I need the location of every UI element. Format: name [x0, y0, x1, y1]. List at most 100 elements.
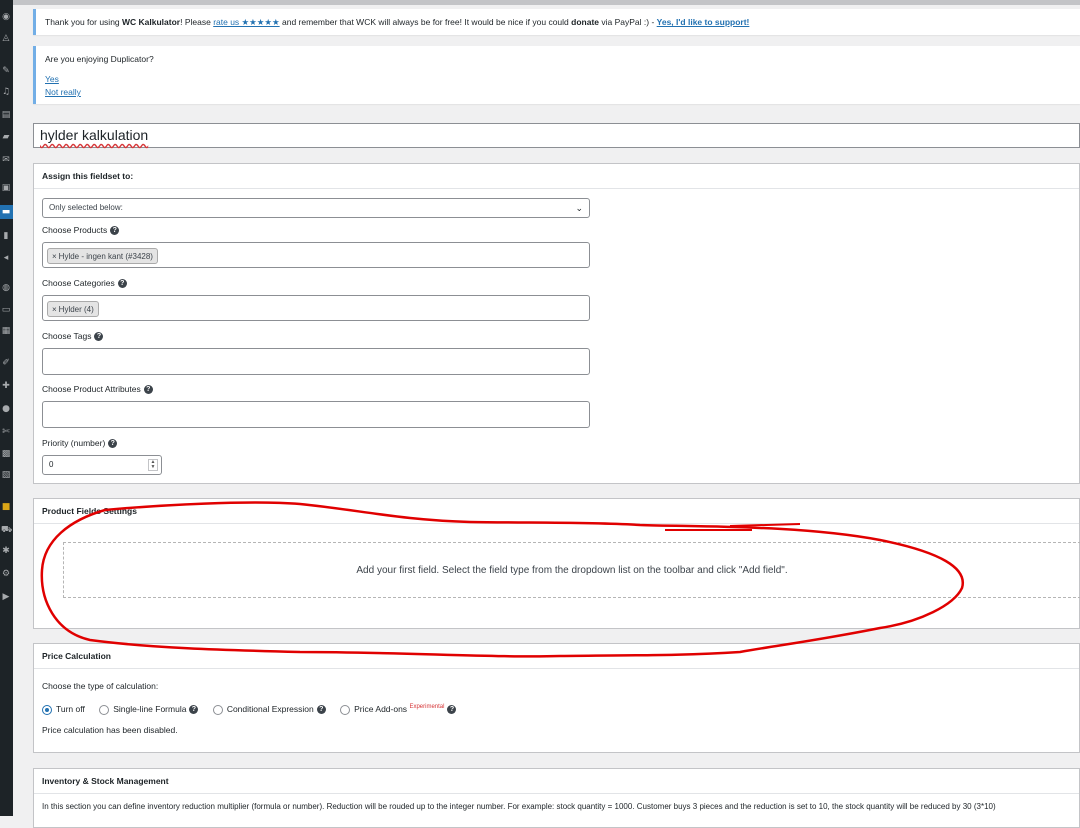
remove-tag-icon[interactable]: × [52, 305, 57, 314]
inventory-heading: Inventory & Stock Management [34, 769, 1079, 794]
admin-sidebar: ◉ ◬ ✎ ♫ ▤ ▰ ✉ ▣ ▬ ▮ ◂ ◍ ▭ ▦ ✐ ✚ ● ✄ ▩ ▧ … [0, 0, 13, 816]
radio-selected-icon [42, 704, 52, 715]
tools-icon[interactable]: ✄ [1, 427, 11, 437]
duplicator-notice: Are you enjoying Duplicator? Yes Not rea… [33, 46, 1080, 104]
comments-icon[interactable]: ▰ [1, 132, 11, 142]
woocommerce-icon[interactable]: ▣ [1, 183, 11, 193]
remove-tag-icon[interactable]: × [52, 252, 57, 261]
products-icon[interactable]: ▬ [1, 207, 11, 217]
notice-text: and remember that WCK will always be for… [279, 17, 572, 27]
help-icon[interactable]: ? [189, 705, 199, 715]
assign-fieldset-box: Assign this fieldset to: Only selected b… [33, 163, 1080, 484]
astra-icon[interactable]: ◬ [1, 33, 11, 43]
radio-label: Single-line Formula [113, 704, 187, 714]
radio-icon [212, 704, 223, 715]
assign-heading: Assign this fieldset to: [34, 164, 1079, 189]
radio-label: Price Add-ons [354, 704, 408, 714]
attributes-label-row: Choose Product Attributes? [42, 384, 153, 395]
calc-type-label: Choose the type of calculation: [42, 681, 159, 691]
users-icon[interactable]: ● [1, 404, 11, 414]
notice-text: Thank you for using [45, 17, 123, 27]
marketing-icon[interactable]: ◂ [1, 253, 11, 263]
analytics-icon[interactable]: ▮ [1, 231, 11, 241]
folder-icon[interactable]: ■ [1, 502, 11, 512]
priority-input[interactable]: 0 ▲ ▼ [42, 455, 162, 475]
radio-conditional-expression[interactable]: Conditional Expression? [212, 704, 326, 715]
radio-price-add-ons[interactable]: Price Add-ons Experimental? [340, 704, 457, 715]
inventory-box: Inventory & Stock Management In this sec… [33, 768, 1080, 828]
settings-gear-icon[interactable]: ⚙ [1, 569, 11, 579]
mail-icon[interactable]: ✉ [1, 155, 11, 165]
templates-icon[interactable]: ▭ [1, 305, 11, 315]
assign-select-value: Only selected below: [49, 203, 123, 212]
screen-icon[interactable]: ▦ [1, 326, 11, 336]
cart-icon[interactable]: ⛟ [1, 525, 12, 535]
help-icon[interactable]: ? [108, 439, 118, 449]
categories-label: Choose Categories [42, 278, 115, 288]
price-status: Price calculation has been disabled. [42, 725, 178, 735]
help-icon[interactable]: ? [110, 226, 120, 236]
fields-dropzone: Add your first field. Select the field t… [63, 542, 1080, 598]
radio-turn-off[interactable]: Turn off [42, 704, 85, 715]
help-icon[interactable]: ? [117, 279, 127, 289]
product-tag-label: Hylde - ingen kant (#3428) [58, 252, 153, 261]
tags-label-row: Choose Tags? [42, 331, 104, 342]
extensions-icon[interactable]: ✱ [1, 546, 11, 556]
elementor-icon[interactable]: ◍ [1, 283, 11, 293]
code-icon[interactable]: ▧ [1, 470, 11, 480]
radio-icon [340, 704, 351, 715]
radio-label: Turn off [56, 704, 85, 714]
category-tag-label: Hylder (4) [58, 305, 94, 314]
assign-select[interactable]: Only selected below: ⌄ [42, 198, 590, 218]
priority-label-row: Priority (number)? [42, 438, 118, 449]
help-icon[interactable]: ? [447, 705, 457, 715]
title-value: hylder kalkulation [40, 127, 149, 143]
products-field[interactable]: × Hylde - ingen kant (#3428) [42, 242, 590, 268]
title-input[interactable]: hylder kalkulation [33, 123, 1080, 148]
rate-us-link[interactable]: rate us ★★★★★ [213, 17, 279, 27]
play-icon[interactable]: ▶ [1, 592, 11, 602]
experimental-badge: Experimental [409, 704, 445, 711]
products-label-row: Choose Products? [42, 225, 120, 236]
plugins-icon[interactable]: ✚ [1, 381, 11, 391]
notice-brand: WC Kalkulator [122, 17, 181, 27]
pin-icon[interactable]: ✎ [1, 66, 11, 76]
duplicator-not-really-link[interactable]: Not really [45, 87, 81, 97]
appearance-icon[interactable]: ✐ [1, 358, 11, 368]
attributes-label: Choose Product Attributes [42, 384, 141, 394]
notice-donate: donate [571, 17, 600, 27]
radio-label: Conditional Expression [226, 704, 314, 714]
product-tag: × Hylde - ingen kant (#3428) [47, 248, 158, 264]
support-link[interactable]: Yes, I'd like to support! [657, 17, 750, 27]
help-icon[interactable]: ? [94, 332, 104, 342]
price-calculation-box: Price Calculation Choose the type of cal… [33, 643, 1080, 753]
spinner-arrows-icon[interactable]: ▲ ▼ [148, 459, 158, 471]
tags-field[interactable] [42, 348, 590, 375]
notice-text: via PayPal :) - [599, 17, 657, 27]
priority-label: Priority (number) [42, 438, 106, 448]
duplicator-yes-link[interactable]: Yes [45, 74, 59, 84]
categories-label-row: Choose Categories? [42, 278, 127, 289]
radio-icon [99, 704, 110, 715]
help-icon[interactable]: ? [316, 705, 326, 715]
notice-text: ! Please [180, 17, 214, 27]
media-icon[interactable]: ♫ [1, 87, 11, 97]
chevron-down-icon: ⌄ [575, 203, 583, 213]
settings-icon[interactable]: ▩ [1, 449, 11, 459]
calc-type-radio-group: Turn off Single-line Formula? Conditiona… [42, 704, 468, 715]
pages-icon[interactable]: ▤ [1, 110, 11, 120]
category-tag: × Hylder (4) [47, 301, 99, 317]
product-fields-heading: Product Fields Settings [34, 499, 1079, 524]
priority-value: 0 [49, 460, 54, 469]
categories-field[interactable]: × Hylder (4) [42, 295, 590, 321]
duplicator-question: Are you enjoying Duplicator? [45, 54, 154, 64]
attributes-field[interactable] [42, 401, 590, 428]
dashboard-icon[interactable]: ◉ [1, 12, 11, 22]
inventory-description: In this section you can define inventory… [42, 802, 996, 811]
products-label: Choose Products [42, 225, 108, 235]
tags-label: Choose Tags [42, 331, 92, 341]
help-icon[interactable]: ? [143, 385, 153, 395]
radio-single-line-formula[interactable]: Single-line Formula? [99, 704, 199, 715]
product-fields-box: Product Fields Settings Add your first f… [33, 498, 1080, 629]
main-content: Thank you for using WC Kalkulator! Pleas… [33, 0, 1080, 828]
